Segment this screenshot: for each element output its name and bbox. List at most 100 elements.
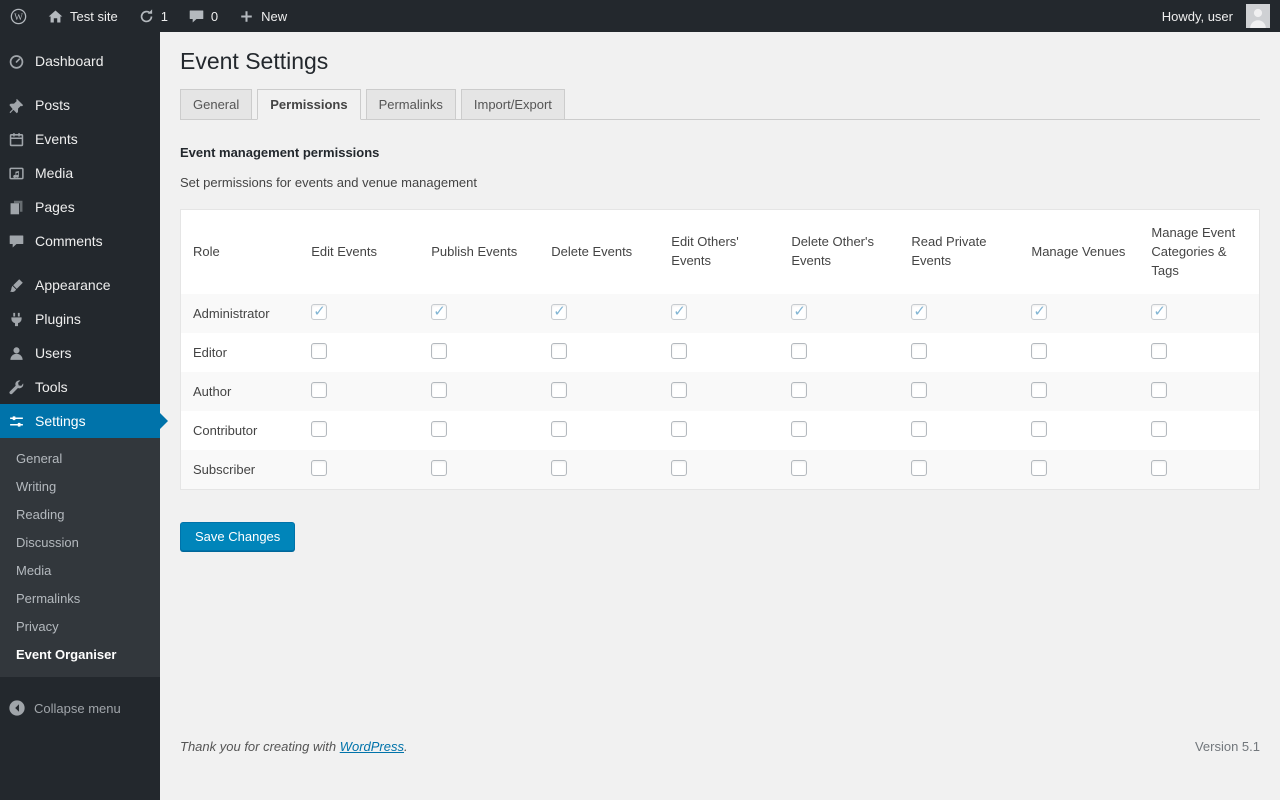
sidebar-item-label: Users [35, 345, 72, 361]
sidebar-item-settings[interactable]: Settings [0, 404, 160, 438]
submenu-item-discussion[interactable]: Discussion [0, 529, 160, 557]
admin-bar-right: Howdy, user [1152, 0, 1280, 32]
my-account-menu[interactable]: Howdy, user [1152, 0, 1280, 32]
sidebar-item-tools[interactable]: Tools [0, 370, 160, 404]
dashboard-icon [8, 53, 25, 70]
tab-general[interactable]: General [180, 88, 253, 120]
collapse-menu-button[interactable]: Collapse menu [0, 689, 160, 727]
footer-thanks-period: . [404, 739, 408, 754]
media-icon [8, 165, 25, 182]
column-header-edit-others-events: Edit Others' Events [671, 234, 739, 269]
appearance-icon [8, 277, 25, 294]
checkbox-subscriber-manage-venues[interactable] [1031, 460, 1048, 477]
submenu-item-general[interactable]: General [0, 445, 160, 473]
checkbox-subscriber-delete-events[interactable] [551, 460, 568, 477]
checkbox-contributor-publish-events[interactable] [431, 421, 448, 438]
permissions-table: Role Edit Events Publish Events Delete Even… [180, 208, 1260, 491]
role-row-editor: Editor [181, 333, 1260, 372]
pages-icon [8, 199, 25, 216]
save-changes-button[interactable]: Save Changes [180, 522, 296, 552]
submenu-item-privacy[interactable]: Privacy [0, 613, 160, 641]
checkbox-administrator-manage-event-categories-tags [1151, 302, 1168, 321]
tab-permalinks[interactable]: Permalinks [365, 88, 456, 120]
page-title: Event Settings [180, 48, 329, 74]
checkbox-author-publish-events[interactable] [431, 382, 448, 399]
admin-bar-left: W Test site 1 0 New [0, 0, 297, 32]
checkbox-subscriber-edit-others-events[interactable] [671, 460, 688, 477]
avatar [1246, 4, 1270, 28]
checkbox-editor-delete-events[interactable] [551, 343, 568, 360]
new-content-menu[interactable]: New [228, 0, 297, 32]
sidebar-item-pages[interactable]: Pages [0, 190, 160, 224]
column-header-delete-events: Delete Events [551, 243, 633, 259]
section-description: Set permissions for events and venue man… [180, 174, 478, 190]
home-icon [47, 8, 64, 25]
checkbox-author-delete-events[interactable] [551, 382, 568, 399]
checkbox-subscriber-edit-events[interactable] [311, 460, 328, 477]
checkbox-administrator-manage-venues [1031, 302, 1048, 321]
checkbox-editor-manage-event-categories-tags[interactable] [1151, 343, 1168, 360]
checkbox-subscriber-manage-event-categories-tags[interactable] [1151, 460, 1168, 477]
sidebar-item-appearance[interactable]: Appearance [0, 268, 160, 302]
checkbox-editor-publish-events[interactable] [431, 343, 448, 360]
sidebar-item-users[interactable]: Users [0, 336, 160, 370]
checkbox-contributor-read-private-events[interactable] [911, 421, 928, 438]
column-header-manage-event-categories-tags: Manage Event Categories & Tags [1151, 224, 1236, 278]
checkbox-contributor-manage-venues[interactable] [1031, 421, 1048, 438]
role-name: Author [193, 384, 232, 400]
checkbox-administrator-delete-events [551, 302, 568, 321]
tab-permissions[interactable]: Permissions [257, 88, 361, 120]
checkbox-editor-edit-events[interactable] [311, 343, 328, 360]
checkbox-contributor-delete-events[interactable] [551, 421, 568, 438]
updates-menu[interactable]: 1 [128, 0, 178, 32]
sidebar-item-label: Media [35, 165, 74, 181]
checkbox-author-manage-venues[interactable] [1031, 382, 1048, 399]
checkbox-administrator-edit-events [311, 302, 328, 321]
update-icon [138, 8, 155, 25]
howdy-text: Howdy, user [1161, 8, 1233, 24]
site-name-menu[interactable]: Test site [37, 0, 128, 32]
site-name-label: Test site [70, 8, 118, 24]
checkbox-editor-edit-others-events[interactable] [671, 343, 688, 360]
checkbox-author-manage-event-categories-tags[interactable] [1151, 382, 1168, 399]
role-name: Editor [193, 345, 227, 361]
checkbox-author-delete-other-s-events[interactable] [791, 382, 808, 399]
checkbox-author-edit-events[interactable] [311, 382, 328, 399]
checkbox-author-read-private-events[interactable] [911, 382, 928, 399]
checkbox-contributor-manage-event-categories-tags[interactable] [1151, 421, 1168, 438]
checkbox-contributor-edit-others-events[interactable] [671, 421, 688, 438]
footer-thanks: Thank you for creating with WordPress. [180, 739, 408, 754]
sidebar-item-dashboard[interactable]: Dashboard [0, 44, 160, 78]
submenu-item-reading[interactable]: Reading [0, 501, 160, 529]
comment-icon [188, 8, 205, 25]
checkbox-author-edit-others-events[interactable] [671, 382, 688, 399]
submenu-item-media[interactable]: Media [0, 557, 160, 585]
wp-logo-button[interactable]: W [0, 0, 37, 32]
submenu-item-writing[interactable]: Writing [0, 473, 160, 501]
collapse-label: Collapse menu [34, 700, 121, 716]
sidebar-item-comments[interactable]: Comments [0, 224, 160, 258]
checkbox-contributor-delete-other-s-events[interactable] [791, 421, 808, 438]
checkbox-subscriber-publish-events[interactable] [431, 460, 448, 477]
tab-import-export[interactable]: Import/Export [460, 88, 565, 120]
checkbox-subscriber-read-private-events[interactable] [911, 460, 928, 477]
sidebar-item-posts[interactable]: Posts [0, 88, 160, 122]
sidebar-item-media[interactable]: Media [0, 156, 160, 190]
column-header-delete-other-s-events: Delete Other's Events [791, 234, 874, 269]
sidebar-menu: Dashboard Posts Events Media Pages Comments Ap… [0, 32, 160, 677]
checkbox-subscriber-delete-other-s-events[interactable] [791, 460, 808, 477]
checkbox-editor-manage-venues[interactable] [1031, 343, 1048, 360]
settings-icon [8, 413, 25, 430]
checkbox-editor-delete-other-s-events[interactable] [791, 343, 808, 360]
plugins-icon [8, 311, 25, 328]
sidebar-item-plugins[interactable]: Plugins [0, 302, 160, 336]
tab-bar: General Permissions Permalinks Import/Expor… [180, 88, 1260, 120]
comments-menu[interactable]: 0 [178, 0, 228, 32]
wordpress-link[interactable]: WordPress [340, 739, 404, 754]
checkbox-contributor-edit-events[interactable] [311, 421, 328, 438]
submenu-item-event-organiser[interactable]: Event Organiser [0, 641, 160, 669]
sidebar-item-events[interactable]: Events [0, 122, 160, 156]
checkbox-editor-read-private-events[interactable] [911, 343, 928, 360]
submenu-item-permalinks[interactable]: Permalinks [0, 585, 160, 613]
sidebar-item-label: Posts [35, 97, 71, 113]
